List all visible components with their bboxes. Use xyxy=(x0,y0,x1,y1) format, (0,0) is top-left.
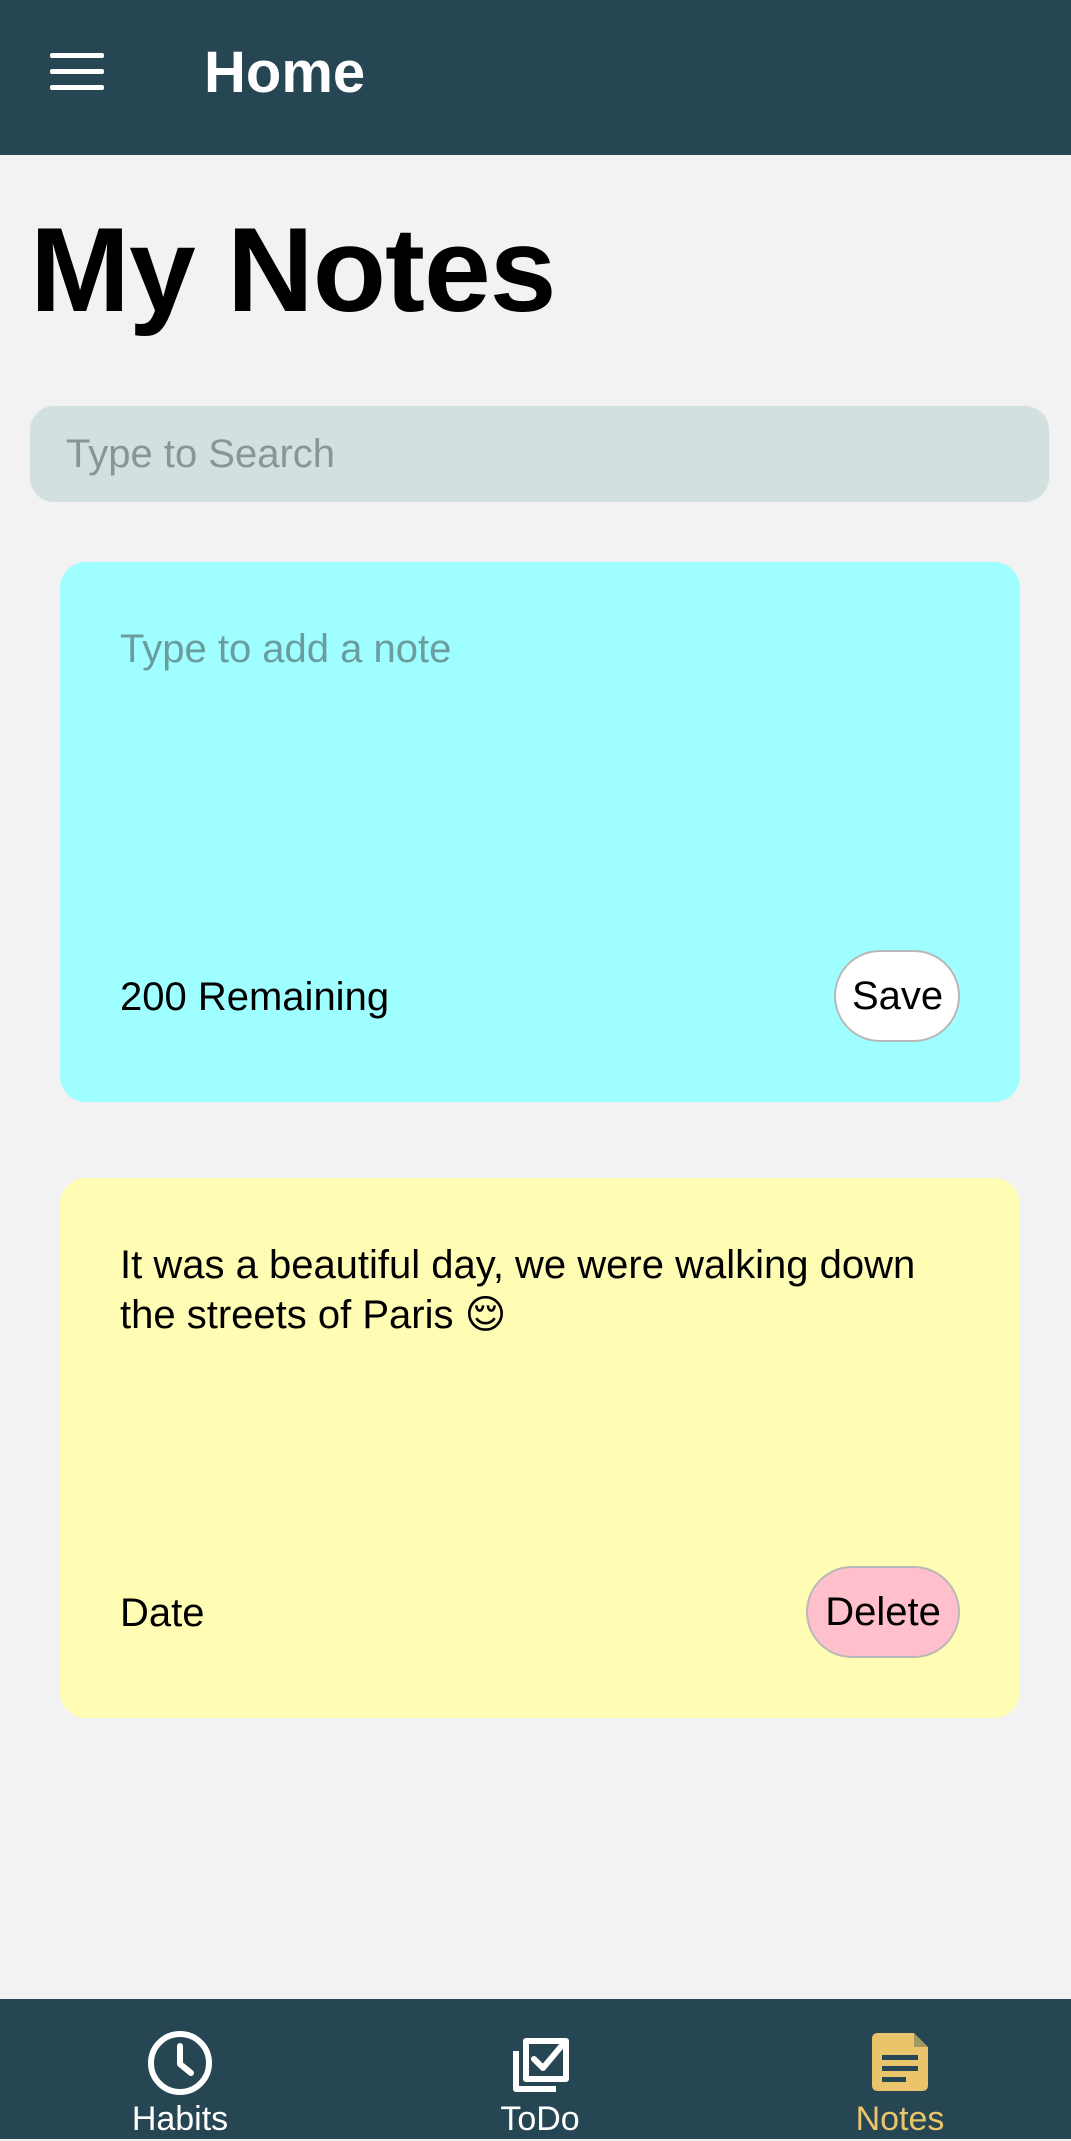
app-bar: Home xyxy=(0,0,1071,155)
delete-button[interactable]: Delete xyxy=(806,1566,960,1658)
menu-line xyxy=(50,69,104,74)
app-bar-title: Home xyxy=(204,40,366,105)
nav-tab-habits[interactable]: Habits xyxy=(80,1999,280,2139)
nav-tab-notes[interactable]: Notes xyxy=(800,1999,1000,2139)
new-note-card: 200 Remaining Save xyxy=(60,562,1020,1102)
new-note-input[interactable] xyxy=(120,624,960,884)
note-date: Date xyxy=(120,1591,205,1635)
save-button[interactable]: Save xyxy=(834,950,960,1042)
page-title: My Notes xyxy=(30,203,556,337)
bottom-navigation: Habits ToDo Notes xyxy=(0,1999,1071,2139)
note-icon xyxy=(872,2033,928,2091)
menu-line xyxy=(50,85,104,90)
checkbox-icon xyxy=(513,2038,569,2092)
nav-tab-todo[interactable]: ToDo xyxy=(440,1999,640,2139)
note-text: It was a beautiful day, we were walking … xyxy=(120,1243,916,1337)
hamburger-menu-icon[interactable] xyxy=(50,50,106,94)
note-card: It was a beautiful day, we were walking … xyxy=(60,1178,1020,1718)
nav-label-habits: Habits xyxy=(131,2100,229,2138)
search-input[interactable] xyxy=(30,406,1049,502)
menu-line xyxy=(50,53,104,58)
remaining-count: 200 Remaining xyxy=(120,975,390,1019)
clock-icon xyxy=(148,2031,212,2095)
nav-label-todo: ToDo xyxy=(500,2100,580,2138)
nav-label-notes: Notes xyxy=(855,2100,945,2138)
